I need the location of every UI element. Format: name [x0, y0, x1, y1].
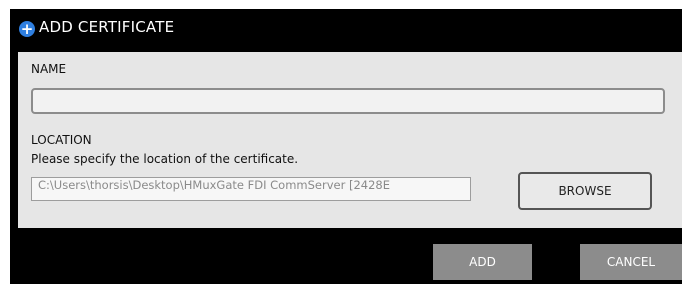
location-path-field[interactable]: C:\Users\thorsis\Desktop\HMuxGate FDI Co… — [31, 177, 471, 201]
location-label: LOCATION — [31, 133, 92, 147]
plus-circle-icon: + — [19, 20, 35, 38]
location-description: Please specify the location of the certi… — [31, 152, 299, 166]
add-certificate-dialog: + ADD CERTIFICATE NAME LOCATION Please s… — [10, 9, 682, 284]
browse-button[interactable]: BROWSE — [518, 172, 652, 210]
dialog-titlebar: + ADD CERTIFICATE — [10, 9, 682, 49]
certificate-form-panel: NAME LOCATION Please specify the locatio… — [18, 52, 682, 228]
cancel-button[interactable]: CANCEL — [580, 244, 682, 280]
dialog-title: ADD CERTIFICATE — [39, 18, 175, 36]
add-button[interactable]: ADD — [433, 244, 532, 280]
name-label: NAME — [31, 62, 67, 76]
name-input[interactable] — [31, 88, 665, 114]
